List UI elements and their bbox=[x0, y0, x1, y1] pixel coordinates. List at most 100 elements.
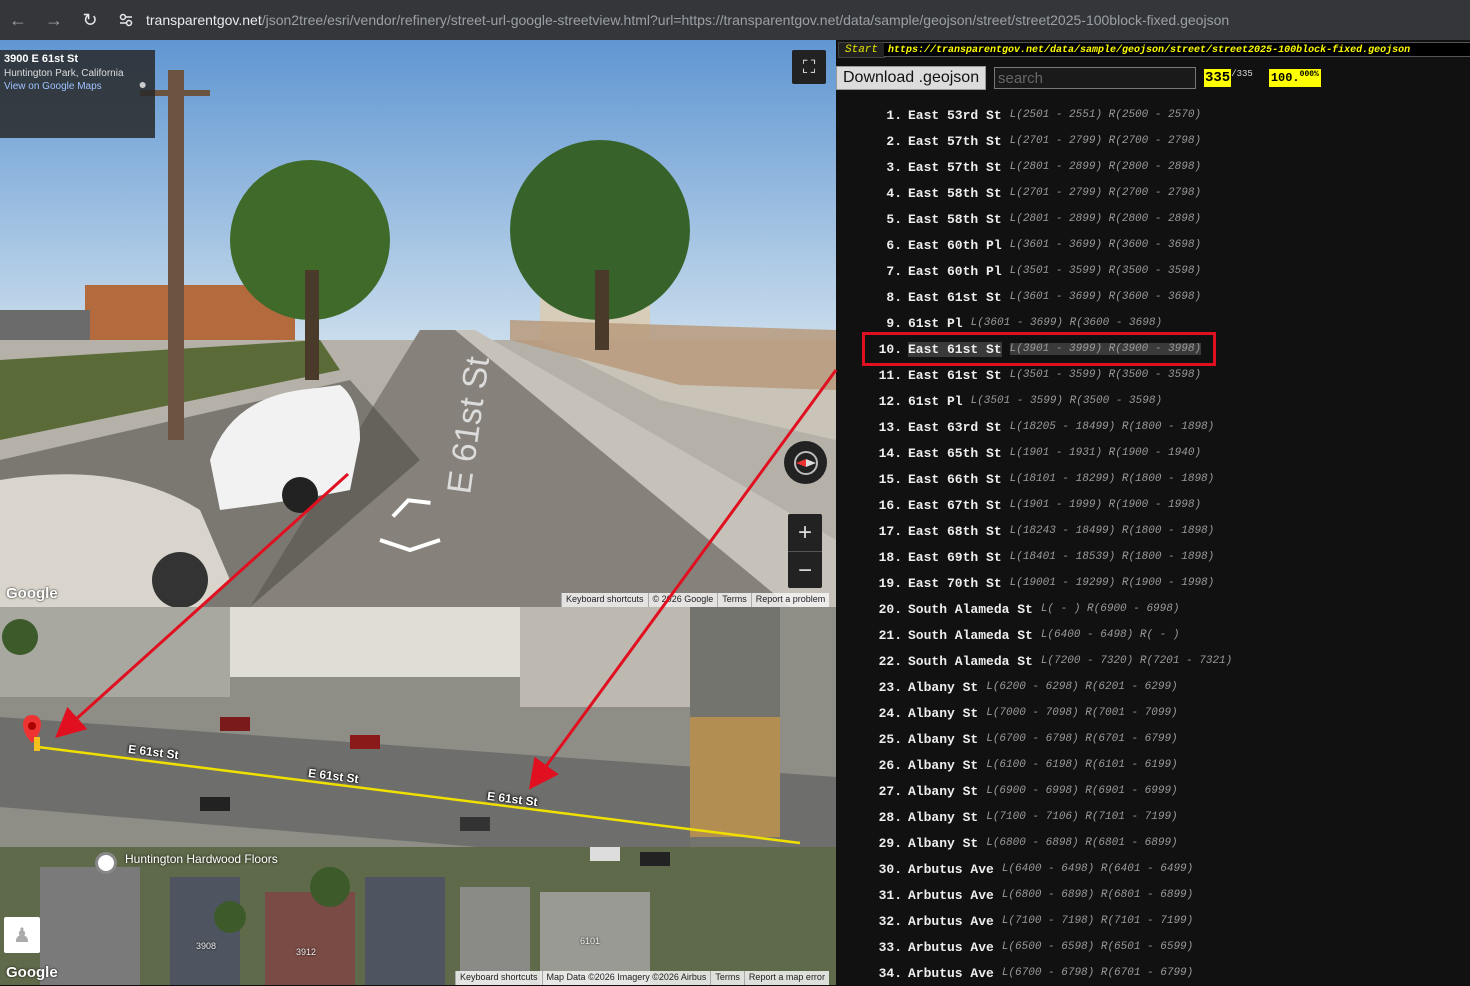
street-list-item[interactable]: 19. East 70th St L(19001 - 19299) R(1900 -… bbox=[836, 570, 1215, 596]
zoom-in-button[interactable]: + bbox=[788, 514, 822, 551]
street-name[interactable]: East 60th Pl bbox=[908, 264, 1002, 279]
street-name[interactable]: Albany St bbox=[908, 836, 978, 851]
street-list-item[interactable]: 31. Arbutus Ave L(6800 - 6898) R(6801 - 68… bbox=[836, 882, 1194, 908]
item-number: 2. bbox=[886, 133, 902, 149]
street-name[interactable]: Albany St bbox=[908, 784, 978, 799]
item-number: 28. bbox=[878, 809, 902, 825]
street-list-item[interactable]: 3. East 57th St L(2801 - 2899) R(2800 - 28… bbox=[836, 154, 1201, 180]
street-name[interactable]: Arbutus Ave bbox=[908, 966, 994, 981]
street-list-item[interactable]: 28. Albany St L(7100 - 7106) R(7101 - 7199… bbox=[836, 804, 1178, 830]
download-geojson-button[interactable]: Download .geojson bbox=[836, 66, 986, 90]
street-list-item[interactable]: 1. East 53rd St L(2501 - 2551) R(2500 - 25… bbox=[836, 102, 1201, 128]
keyboard-shortcuts-link[interactable]: Keyboard shortcuts bbox=[455, 971, 542, 985]
street-name[interactable]: Arbutus Ave bbox=[908, 914, 994, 929]
street-name[interactable]: East 57th St bbox=[908, 134, 1002, 149]
street-name[interactable]: Albany St bbox=[908, 680, 978, 695]
site-info-icon[interactable] bbox=[112, 6, 140, 34]
street-list-item[interactable]: 7. East 60th Pl L(3501 - 3599) R(3500 - 35… bbox=[836, 258, 1201, 284]
street-name[interactable]: Albany St bbox=[908, 706, 978, 721]
street-name[interactable]: South Alameda St bbox=[908, 628, 1033, 643]
street-list-item[interactable]: 32. Arbutus Ave L(7100 - 7198) R(7101 - 71… bbox=[836, 908, 1194, 934]
address-range: L(2801 - 2899) R(2800 - 2898) bbox=[1009, 161, 1202, 173]
compass-icon[interactable] bbox=[784, 441, 827, 484]
terms-link[interactable]: Terms bbox=[717, 593, 751, 607]
street-list-item[interactable]: 2. East 57th St L(2701 - 2799) R(2700 - 27… bbox=[836, 128, 1201, 154]
terms-link[interactable]: Terms bbox=[710, 971, 744, 985]
map-data-credit: Map Data ©2026 Imagery ©2026 Airbus bbox=[541, 971, 711, 985]
street-name[interactable]: East 61st St bbox=[908, 290, 1002, 305]
street-name[interactable]: East 57th St bbox=[908, 160, 1002, 175]
street-list-item[interactable]: 24. Albany St L(7000 - 7098) R(7001 - 7099… bbox=[836, 700, 1178, 726]
back-icon[interactable]: ← bbox=[0, 4, 36, 36]
count-current: 335 bbox=[1204, 69, 1232, 87]
satellite-map-panel[interactable]: E 61st St E 61st St E 61st St Huntington… bbox=[0, 607, 836, 985]
keyboard-shortcuts-link[interactable]: Keyboard shortcuts bbox=[561, 593, 648, 607]
address-range: L(3601 - 3699) R(3600 - 3698) bbox=[1009, 239, 1202, 251]
street-name[interactable]: 61st Pl bbox=[908, 394, 963, 409]
reload-icon[interactable]: ↻ bbox=[72, 4, 108, 36]
report-problem-link[interactable]: Report a problem bbox=[750, 593, 830, 607]
street-list-item[interactable]: 27. Albany St L(6900 - 6998) R(6901 - 6999… bbox=[836, 778, 1178, 804]
view-on-maps-link[interactable]: View on Google Maps bbox=[4, 81, 151, 92]
street-list-item[interactable]: 20. South Alameda St L( - ) R(6900 - 6998) bbox=[836, 596, 1180, 622]
street-name[interactable]: East 70th St bbox=[908, 576, 1002, 591]
street-name[interactable]: South Alameda St bbox=[908, 654, 1033, 669]
map-footer: Keyboard shortcuts Map Data ©2026 Imager… bbox=[455, 971, 829, 985]
street-name[interactable]: East 67th St bbox=[908, 498, 1002, 513]
street-name[interactable]: East 65th St bbox=[908, 446, 1002, 461]
source-url-link[interactable]: https://transparentgov.net/data/sample/g… bbox=[884, 42, 1470, 57]
house-number: 3908 bbox=[196, 941, 217, 951]
street-list-item[interactable]: 12. 61st Pl L(3501 - 3599) R(3500 - 3598) bbox=[836, 388, 1162, 414]
street-name[interactable]: East 69th St bbox=[908, 550, 1002, 565]
report-map-error-link[interactable]: Report a map error bbox=[743, 971, 829, 985]
street-name[interactable]: Albany St bbox=[908, 810, 978, 825]
street-name[interactable]: East 68th St bbox=[908, 524, 1002, 539]
pegman-icon[interactable]: ♟ bbox=[4, 917, 40, 953]
street-name[interactable]: East 60th Pl bbox=[908, 238, 1002, 253]
street-list-item[interactable]: 16. East 67th St L(1901 - 1999) R(1900 - 1… bbox=[836, 492, 1201, 518]
street-list-item[interactable]: 6. East 60th Pl L(3601 - 3699) R(3600 - 36… bbox=[836, 232, 1201, 258]
street-name[interactable]: East 53rd St bbox=[908, 108, 1002, 123]
item-number: 27. bbox=[878, 783, 902, 799]
street-list-item[interactable]: 23. Albany St L(6200 - 6298) R(6201 - 6299… bbox=[836, 674, 1178, 700]
item-number: 3. bbox=[886, 159, 902, 175]
street-list-item[interactable]: 33. Arbutus Ave L(6500 - 6598) R(6501 - 65… bbox=[836, 934, 1194, 960]
poi-marker[interactable]: Huntington Hardwood Floors bbox=[95, 852, 278, 874]
street-view-panel[interactable]: E 61st St 3900 E 61st St Huntington Park… bbox=[0, 40, 836, 607]
street-name[interactable]: East 58th St bbox=[908, 212, 1002, 227]
street-list-item[interactable]: 25. Albany St L(6700 - 6798) R(6701 - 6799… bbox=[836, 726, 1178, 752]
street-name[interactable]: South Alameda St bbox=[908, 602, 1033, 617]
street-list-item[interactable]: 14. East 65th St L(1901 - 1931) R(1900 - 1… bbox=[836, 440, 1201, 466]
street-list-item[interactable]: 30. Arbutus Ave L(6400 - 6498) R(6401 - 64… bbox=[836, 856, 1194, 882]
street-list-item[interactable]: 21. South Alameda St L(6400 - 6498) R( - ) bbox=[836, 622, 1180, 648]
street-name[interactable]: 61st Pl bbox=[908, 316, 963, 331]
street-list-item[interactable]: 15. East 66th St L(18101 - 18299) R(1800 -… bbox=[836, 466, 1215, 492]
street-list-item[interactable]: 8. East 61st St L(3601 - 3699) R(3600 - 36… bbox=[836, 284, 1201, 310]
search-input[interactable] bbox=[994, 67, 1196, 89]
forward-icon[interactable]: → bbox=[36, 4, 72, 36]
street-list-item[interactable]: 22. South Alameda St L(7200 - 7320) R(7201… bbox=[836, 648, 1233, 674]
street-name[interactable]: Arbutus Ave bbox=[908, 888, 994, 903]
street-list-item[interactable]: 18. East 69th St L(18401 - 18539) R(1800 -… bbox=[836, 544, 1215, 570]
street-list-item[interactable]: 5. East 58th St L(2801 - 2899) R(2800 - 28… bbox=[836, 206, 1201, 232]
address-card: 3900 E 61st St Huntington Park, Californ… bbox=[0, 50, 155, 138]
street-name[interactable]: East 66th St bbox=[908, 472, 1002, 487]
street-name[interactable]: East 61st St bbox=[908, 368, 1002, 383]
street-list-item[interactable]: 26. Albany St L(6100 - 6198) R(6101 - 6199… bbox=[836, 752, 1178, 778]
street-list-item[interactable]: 34. Arbutus Ave L(6700 - 6798) R(6701 - 67… bbox=[836, 960, 1194, 986]
street-name[interactable]: East 63rd St bbox=[908, 420, 1002, 435]
street-name[interactable]: East 58th St bbox=[908, 186, 1002, 201]
address-bar[interactable]: transparentgov.net/json2tree/esri/vendor… bbox=[146, 12, 1229, 28]
street-name[interactable]: Albany St bbox=[908, 758, 978, 773]
start-button[interactable]: Start bbox=[838, 42, 886, 58]
street-list-item[interactable]: 13. East 63rd St L(18205 - 18499) R(1800 -… bbox=[836, 414, 1215, 440]
fullscreen-icon[interactable]: ⛶ bbox=[792, 50, 826, 84]
street-name[interactable]: Albany St bbox=[908, 732, 978, 747]
street-name[interactable]: Arbutus Ave bbox=[908, 862, 994, 877]
street-list-item[interactable]: 17. East 68th St L(18243 - 18499) R(1800 -… bbox=[836, 518, 1215, 544]
address-range: L(19001 - 19299) R(1900 - 1998) bbox=[1009, 577, 1215, 589]
street-list-item[interactable]: 29. Albany St L(6800 - 6898) R(6801 - 6899… bbox=[836, 830, 1178, 856]
street-list-item[interactable]: 4. East 58th St L(2701 - 2799) R(2700 - 27… bbox=[836, 180, 1201, 206]
zoom-out-button[interactable]: − bbox=[788, 552, 822, 589]
street-name[interactable]: Arbutus Ave bbox=[908, 940, 994, 955]
